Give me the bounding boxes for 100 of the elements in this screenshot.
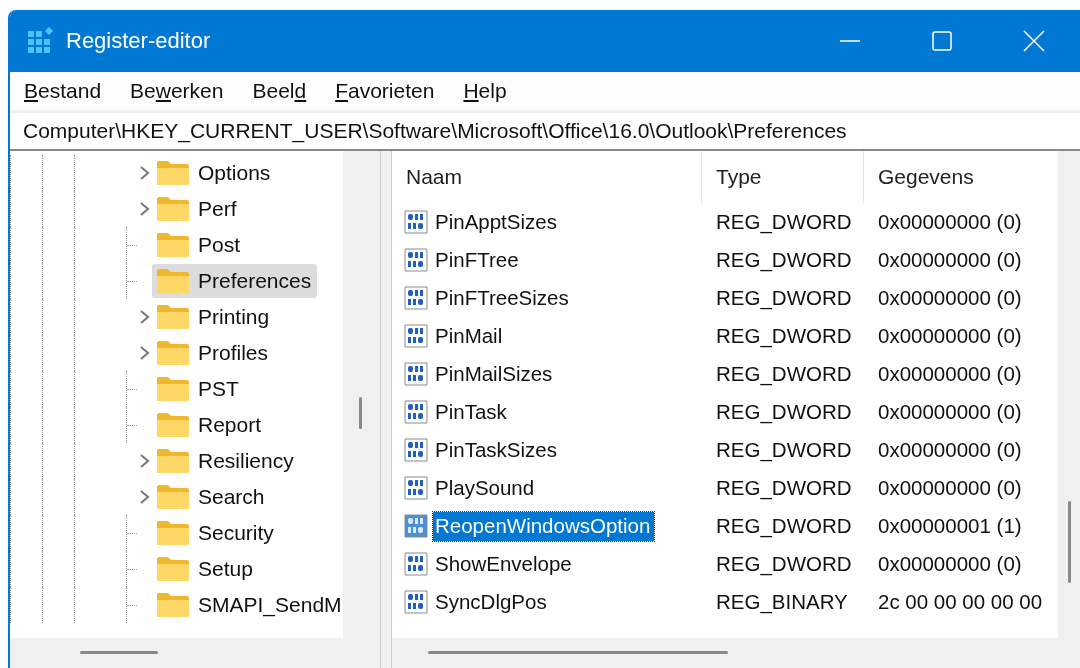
value-name[interactable]: PinApptSizes bbox=[433, 207, 561, 237]
binary-value-icon bbox=[402, 361, 430, 387]
binary-value-icon bbox=[402, 285, 430, 311]
value-name[interactable]: SyncDlgPos bbox=[433, 587, 551, 617]
tree-item-label: Perf bbox=[198, 197, 237, 221]
table-cell-text: 0x00000000 (0) bbox=[877, 362, 1023, 386]
tree-item[interactable]: Security bbox=[152, 516, 280, 550]
table-cell-text: REG_DWORD bbox=[715, 476, 853, 500]
chevron-icon[interactable] bbox=[138, 345, 152, 361]
tree-item-label: Post bbox=[198, 233, 241, 257]
folder-icon bbox=[156, 340, 190, 366]
tree-item[interactable]: Post bbox=[152, 228, 247, 262]
chevron-icon[interactable] bbox=[138, 165, 152, 181]
table-cell-text: 0x00000000 (0) bbox=[877, 248, 1023, 272]
minimize-icon bbox=[839, 40, 861, 42]
value-name[interactable]: PinMail bbox=[433, 321, 507, 351]
tree-item-label: Resiliency bbox=[198, 449, 294, 473]
menu-item[interactable]: Favorieten bbox=[335, 79, 435, 103]
table-cell-text: REG_DWORD bbox=[715, 552, 853, 576]
value-name[interactable]: PinTaskSizes bbox=[433, 435, 561, 465]
table-cell-text: REG_DWORD bbox=[715, 286, 853, 310]
tree-item[interactable]: SMAPI_SendM bbox=[152, 588, 343, 622]
tree-item[interactable]: Printing bbox=[152, 300, 276, 334]
scrollbar-thumb[interactable] bbox=[1068, 501, 1071, 583]
window-title: Register-editor bbox=[66, 28, 212, 54]
folder-icon bbox=[156, 484, 190, 510]
binary-value-icon bbox=[402, 437, 430, 463]
tree-item-label: Search bbox=[198, 485, 265, 509]
folder-icon bbox=[156, 448, 190, 474]
folder-icon bbox=[156, 592, 190, 618]
folder-icon bbox=[156, 376, 190, 402]
tree-item[interactable]: Perf bbox=[152, 192, 243, 226]
binary-value-icon bbox=[402, 475, 430, 501]
value-name[interactable]: PinFTreeSizes bbox=[433, 283, 573, 313]
binary-value-icon bbox=[402, 551, 430, 577]
folder-icon bbox=[156, 556, 190, 582]
table-cell-text: 0x00000000 (0) bbox=[877, 286, 1023, 310]
menu-item[interactable]: Help bbox=[463, 79, 507, 103]
tree-item[interactable]: Resiliency bbox=[152, 444, 300, 478]
chevron-icon[interactable] bbox=[138, 309, 152, 325]
table-cell-text: 0x00000000 (0) bbox=[877, 476, 1023, 500]
tree-item-label: Preferences bbox=[198, 269, 312, 293]
tree-item-label: Printing bbox=[198, 305, 270, 329]
tree-item-label: Profiles bbox=[198, 341, 269, 365]
table-cell-text: 0x00000000 (0) bbox=[877, 552, 1023, 576]
tree-item[interactable]: PST bbox=[152, 372, 245, 406]
chevron-icon[interactable] bbox=[138, 453, 152, 469]
tree-item[interactable]: Search bbox=[152, 480, 271, 514]
table-cell-text: REG_DWORD bbox=[715, 438, 853, 462]
close-icon bbox=[1023, 30, 1045, 52]
value-name[interactable]: ShowEnvelope bbox=[433, 549, 576, 579]
value-name[interactable]: ReopenWindowsOption bbox=[433, 511, 655, 541]
chevron-icon[interactable] bbox=[138, 201, 152, 217]
tree-item[interactable]: Setup bbox=[152, 552, 259, 586]
menu-item[interactable]: Bewerken bbox=[130, 79, 224, 103]
menu-item[interactable]: Beeld bbox=[252, 79, 307, 103]
tree-item-label: Security bbox=[198, 521, 274, 545]
tree-item-label: Report bbox=[198, 413, 262, 437]
value-name[interactable]: PlaySound bbox=[433, 473, 539, 503]
table-cell-text: 0x00000000 (0) bbox=[877, 400, 1023, 424]
value-name[interactable]: PinFTree bbox=[433, 245, 523, 275]
address-bar[interactable]: Computer\HKEY_CURRENT_USER\Software\Microsoft\Office\16.0\Outlook\Preferences bbox=[10, 113, 1080, 151]
tree-item-label: Setup bbox=[198, 557, 253, 581]
binary-value-icon bbox=[402, 247, 430, 273]
tree-item[interactable]: Preferences bbox=[152, 264, 318, 298]
column-header[interactable]: Type bbox=[702, 151, 864, 203]
value-name[interactable]: PinTask bbox=[433, 397, 511, 427]
maximize-icon bbox=[931, 30, 953, 52]
table-cell-text: 0x00000001 (1) bbox=[877, 514, 1023, 538]
tree-item[interactable]: Options bbox=[152, 156, 277, 190]
table-cell-text: REG_DWORD bbox=[715, 362, 853, 386]
table-cell-text: 0x00000000 (0) bbox=[877, 324, 1023, 348]
folder-icon bbox=[156, 304, 190, 330]
table-cell-text: REG_DWORD bbox=[715, 324, 853, 348]
binary-value-icon bbox=[402, 323, 430, 349]
table-cell-text: REG_DWORD bbox=[715, 210, 853, 234]
table-cell-text: 0x00000000 (0) bbox=[877, 438, 1023, 462]
binary-value-icon bbox=[402, 513, 430, 539]
table-cell-text: REG_DWORD bbox=[715, 514, 853, 538]
value-name[interactable]: PinMailSizes bbox=[433, 359, 557, 389]
tree-item-label: PST bbox=[198, 377, 239, 401]
folder-icon bbox=[156, 412, 190, 438]
folder-icon bbox=[156, 196, 190, 222]
table-cell-text: REG_DWORD bbox=[715, 400, 853, 424]
scrollbar-thumb[interactable] bbox=[428, 651, 728, 654]
scrollbar-thumb[interactable] bbox=[80, 651, 158, 654]
folder-icon bbox=[156, 520, 190, 546]
folder-icon bbox=[156, 268, 190, 294]
column-header[interactable]: Naam bbox=[392, 151, 702, 203]
column-header[interactable]: Gegevens bbox=[864, 151, 1052, 203]
binary-value-icon bbox=[402, 589, 430, 615]
tree-item[interactable]: Profiles bbox=[152, 336, 275, 370]
binary-value-icon bbox=[402, 209, 430, 235]
app-icon bbox=[26, 27, 54, 55]
tree-item[interactable]: Report bbox=[152, 408, 268, 442]
menu-item[interactable]: Bestand bbox=[24, 79, 102, 103]
chevron-icon[interactable] bbox=[138, 489, 152, 505]
binary-value-icon bbox=[402, 399, 430, 425]
table-cell-text: 0x00000000 (0) bbox=[877, 210, 1023, 234]
scrollbar-thumb[interactable] bbox=[359, 397, 362, 429]
